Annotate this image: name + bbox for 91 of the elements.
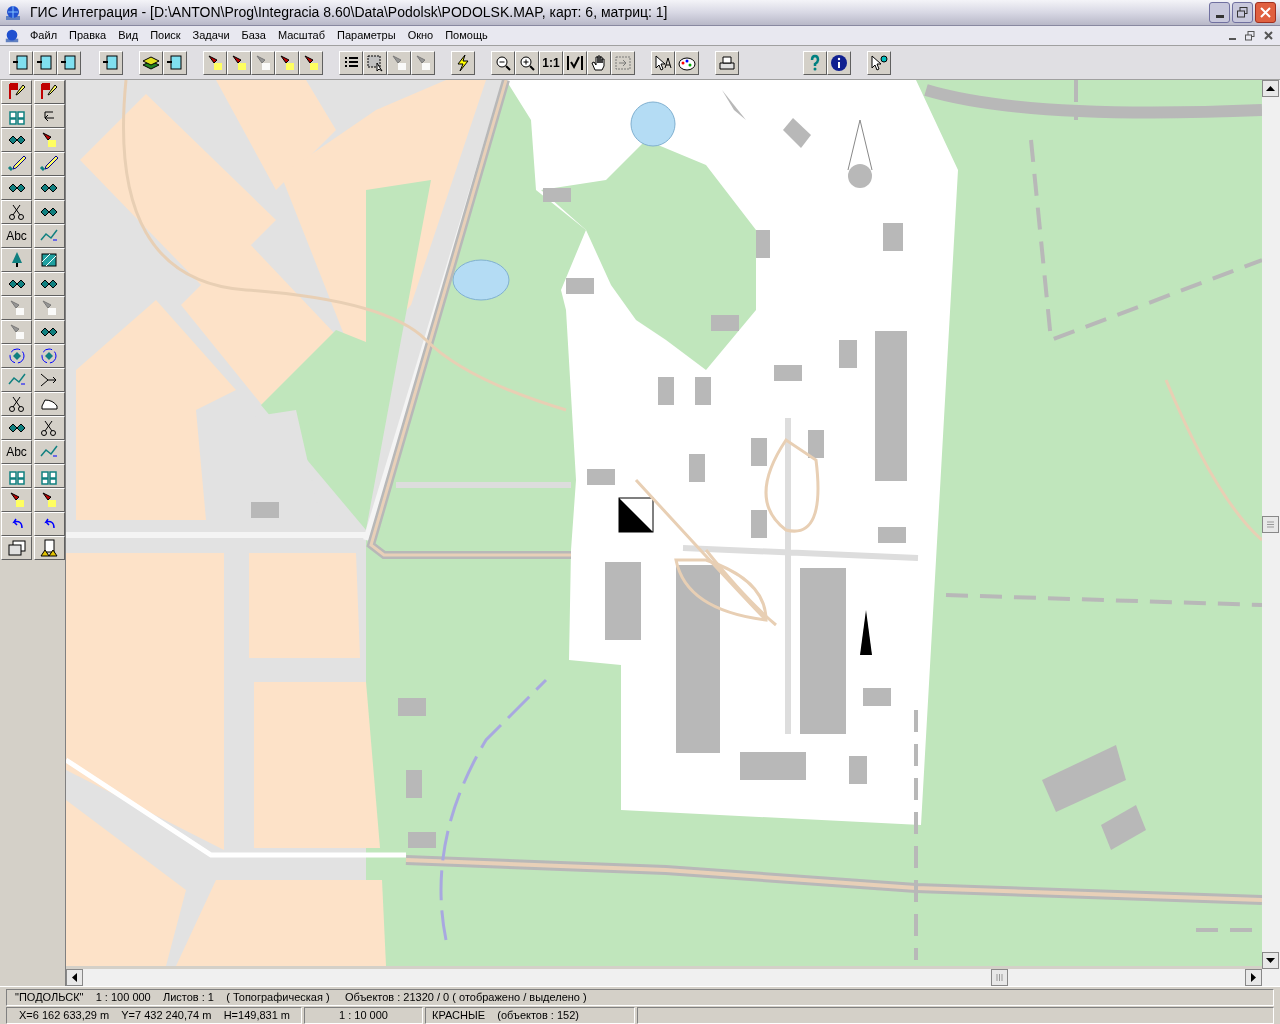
restore-icon bbox=[1245, 30, 1255, 41]
tool-button[interactable] bbox=[491, 50, 515, 75]
minimize-icon bbox=[1228, 37, 1236, 40]
scroll-thumb[interactable] bbox=[1262, 516, 1279, 533]
rotate-icon bbox=[6, 346, 27, 366]
scroll-right-icon bbox=[1245, 969, 1262, 986]
scroll-down-icon bbox=[1262, 952, 1279, 969]
tool-button[interactable] bbox=[33, 512, 65, 536]
tool-button[interactable] bbox=[33, 80, 65, 104]
restore-icon bbox=[1237, 7, 1248, 18]
tool-button[interactable] bbox=[515, 50, 539, 75]
tool-button[interactable] bbox=[33, 272, 65, 296]
tool-button[interactable] bbox=[1, 104, 32, 128]
tool-button[interactable] bbox=[1, 464, 32, 488]
vertical-scrollbar[interactable] bbox=[1262, 80, 1280, 969]
tool-button[interactable] bbox=[33, 104, 65, 128]
tool-button[interactable] bbox=[563, 50, 587, 75]
tool-button[interactable] bbox=[33, 440, 65, 464]
tool-button[interactable] bbox=[1, 512, 32, 536]
tool-button[interactable] bbox=[1, 488, 32, 512]
tool-button[interactable]: Abc bbox=[1, 224, 32, 248]
status-panel: "ПОДОЛЬСК" 1 : 100 000 Листов : 1 ( Топографическая ) Объектов : 21320 / 0 ( отображено / выделено ) bbox=[6, 989, 1274, 1006]
tool-button[interactable] bbox=[1, 152, 32, 176]
tool-button[interactable] bbox=[651, 50, 675, 75]
tool-button[interactable] bbox=[33, 416, 65, 440]
layer-panel: КРАСНЫЕ (объектов : 152) bbox=[425, 1007, 635, 1024]
tool-button[interactable] bbox=[363, 50, 387, 75]
tool-button[interactable] bbox=[227, 50, 251, 75]
tool-button[interactable] bbox=[1, 200, 32, 224]
tool-button[interactable] bbox=[1, 344, 32, 368]
menu-item[interactable]: База bbox=[235, 27, 272, 44]
menu-item[interactable]: Окно bbox=[401, 27, 440, 44]
tool-button[interactable] bbox=[715, 50, 739, 75]
tool-button[interactable] bbox=[33, 152, 65, 176]
tool-button[interactable] bbox=[33, 176, 65, 200]
close-button[interactable] bbox=[1255, 2, 1276, 23]
menu-item[interactable]: Масштаб bbox=[271, 27, 331, 44]
scale-panel: 1 : 10 000 bbox=[304, 1007, 423, 1024]
menu-item[interactable]: Поиск bbox=[144, 27, 187, 44]
window-title: ГИС Интеграция - [D:\ANTON\Prog\Integracia 8.60\Data\Podolsk\PODOLSK.MAP, карт: 6, матриц: 1] bbox=[30, 3, 669, 22]
tool-button[interactable] bbox=[33, 368, 65, 392]
tool-button[interactable] bbox=[33, 320, 65, 344]
tool-button[interactable] bbox=[1, 272, 32, 296]
tool-button[interactable] bbox=[33, 248, 65, 272]
menu-item[interactable]: Файл bbox=[24, 27, 64, 44]
close-icon bbox=[1260, 7, 1271, 18]
tool-button[interactable] bbox=[33, 536, 65, 560]
windows-icon bbox=[6, 538, 27, 558]
menu-item[interactable]: Правка bbox=[63, 27, 113, 44]
menu-item[interactable]: Помощь bbox=[439, 27, 494, 44]
tool-button[interactable] bbox=[1, 128, 32, 152]
tool-button[interactable] bbox=[1, 536, 32, 560]
menu-item[interactable]: Задачи bbox=[186, 27, 236, 44]
tool-button[interactable] bbox=[1, 176, 32, 200]
selection-cursor-icon bbox=[365, 52, 385, 73]
tool-button[interactable] bbox=[33, 344, 65, 368]
cursor-letter-icon bbox=[653, 52, 673, 73]
tool-button[interactable] bbox=[827, 50, 851, 75]
tool-button[interactable] bbox=[1, 416, 32, 440]
tool-button[interactable] bbox=[587, 50, 611, 75]
restore-button[interactable] bbox=[1232, 2, 1253, 23]
minimize-button[interactable] bbox=[1209, 2, 1230, 23]
close-icon bbox=[1263, 31, 1273, 40]
info-icon bbox=[829, 52, 849, 73]
tool-button[interactable]: Abc bbox=[1, 440, 32, 464]
tool-button[interactable] bbox=[33, 464, 65, 488]
scissors-icon bbox=[6, 202, 27, 222]
hatched-rectangle-icon bbox=[39, 250, 59, 270]
tool-button[interactable] bbox=[1, 248, 32, 272]
tool-button[interactable] bbox=[33, 128, 65, 152]
scroll-thumb[interactable] bbox=[991, 969, 1008, 986]
tool-button[interactable] bbox=[675, 50, 699, 75]
tool-button[interactable] bbox=[803, 50, 827, 75]
tool-button[interactable] bbox=[33, 392, 65, 416]
tool-button[interactable] bbox=[1, 80, 32, 104]
tool-button[interactable] bbox=[1, 368, 32, 392]
menu-item[interactable]: Параметры bbox=[331, 27, 402, 44]
tool-button[interactable] bbox=[139, 50, 163, 75]
tool-button[interactable] bbox=[451, 50, 475, 75]
flag-pencil-icon bbox=[6, 82, 27, 102]
menu-item[interactable]: Вид bbox=[112, 27, 145, 44]
tool-button[interactable] bbox=[33, 488, 65, 512]
tool-button[interactable] bbox=[339, 50, 363, 75]
tool-button[interactable] bbox=[33, 224, 65, 248]
coordinates-panel: X=6 162 633,29 m Y=7 432 240,74 m H=149,831 m bbox=[6, 1007, 302, 1024]
tool-button[interactable] bbox=[203, 50, 227, 75]
minimize-icon bbox=[1215, 15, 1224, 18]
horizontal-scrollbar[interactable] bbox=[66, 969, 1280, 986]
tool-button[interactable] bbox=[1, 392, 32, 416]
tool-button[interactable]: 1:1 bbox=[539, 50, 563, 75]
tool-button[interactable] bbox=[33, 200, 65, 224]
